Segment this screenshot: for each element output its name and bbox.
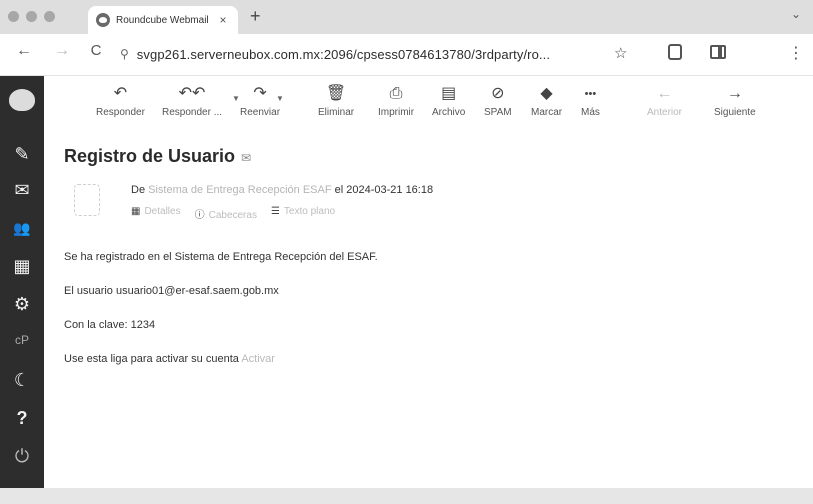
from-line: De Sistema de Entrega Recepción ESAF el … bbox=[131, 184, 433, 196]
reply-icon: ↶ bbox=[113, 85, 128, 102]
browser-tab-strip: Roundcube Webmail :: Regis × + ⌄ bbox=[0, 0, 813, 34]
tab-title: Roundcube Webmail :: Regis bbox=[116, 14, 210, 26]
reply-all-label: Responder ... bbox=[162, 107, 223, 118]
side-panel-icon[interactable] bbox=[710, 45, 726, 59]
print-label: Imprimir bbox=[378, 107, 415, 118]
app-sidebar: ✎ ✉ 👥 ▦ ⚙ cP ☾ ? ⏻ bbox=[0, 76, 44, 488]
delete-label: Eliminar bbox=[318, 107, 355, 118]
more-dots-icon: ••• bbox=[584, 88, 597, 100]
logo-icon bbox=[9, 89, 35, 111]
reply-all-dropdown-icon[interactable]: ▼ bbox=[232, 94, 240, 103]
forward-icon: ↷ bbox=[253, 85, 267, 102]
header-links: ▦ Detalles ⓘ Cabeceras ☰ Texto plano bbox=[131, 206, 335, 221]
details-label: Detalles bbox=[144, 206, 181, 217]
tag-icon: ◆ bbox=[540, 85, 553, 102]
tab-search-icon[interactable]: ⌄ bbox=[791, 7, 801, 21]
bookmark-star-icon[interactable]: ☆ bbox=[614, 44, 627, 62]
extensions-icon[interactable] bbox=[668, 44, 682, 60]
next-button[interactable]: → Siguiente bbox=[714, 84, 756, 118]
back-button[interactable]: ← bbox=[14, 42, 34, 60]
reload-button[interactable]: C bbox=[86, 42, 106, 59]
forward-button[interactable]: → bbox=[52, 42, 72, 60]
dark-mode-icon[interactable]: ☾ bbox=[0, 362, 44, 398]
address-bar[interactable]: ⚲ svgp261.serverneubox.com.mx:2096/cpses… bbox=[120, 40, 640, 68]
mark-button[interactable]: ◆ Marcar bbox=[531, 84, 562, 118]
body-line-1: Se ha registrado en el Sistema de Entreg… bbox=[64, 251, 378, 263]
envelope-icon[interactable]: ✉ bbox=[241, 151, 251, 165]
calendar-icon[interactable]: ▦ bbox=[0, 248, 44, 284]
close-window-icon[interactable] bbox=[8, 11, 19, 22]
cpanel-icon[interactable]: cP bbox=[0, 322, 44, 358]
new-tab-button[interactable]: + bbox=[250, 6, 261, 27]
settings-icon[interactable]: ⚙ bbox=[0, 286, 44, 322]
details-link[interactable]: ▦ Detalles bbox=[131, 206, 181, 221]
browser-toolbar: ← → C ⚲ svgp261.serverneubox.com.mx:2096… bbox=[0, 34, 813, 76]
headers-label: Cabeceras bbox=[208, 210, 257, 221]
message-date: el 2024-03-21 16:18 bbox=[334, 184, 434, 196]
mail-icon[interactable]: ✉ bbox=[0, 172, 44, 208]
tab-close-icon[interactable]: × bbox=[216, 13, 230, 27]
help-icon[interactable]: ? bbox=[0, 400, 44, 436]
message-toolbar: ↶ Responder ↶↶ Responder ... ▼ ↷ Reenvia… bbox=[44, 76, 813, 130]
bottom-edge bbox=[0, 488, 813, 504]
reply-button[interactable]: ↶ Responder bbox=[96, 84, 145, 118]
headers-icon: ⓘ bbox=[194, 210, 205, 221]
print-button[interactable]: ⎙ Imprimir bbox=[378, 84, 414, 118]
body-line-2: El usuario usuario01@er-esaf.saem.gob.mx bbox=[64, 285, 279, 297]
headers-link[interactable]: ⓘ Cabeceras bbox=[195, 206, 257, 221]
forward-label: Reenviar bbox=[240, 107, 281, 118]
spam-button[interactable]: ⊘ SPAM bbox=[484, 84, 512, 118]
activate-link[interactable]: Activar bbox=[241, 353, 275, 365]
previous-label: Anterior bbox=[647, 107, 683, 118]
details-icon: ▦ bbox=[131, 206, 141, 217]
archive-icon: ▤ bbox=[441, 85, 457, 102]
reply-label: Responder bbox=[96, 107, 145, 118]
mark-label: Marcar bbox=[531, 107, 563, 118]
print-icon: ⎙ bbox=[389, 85, 403, 102]
more-label: Más bbox=[581, 107, 600, 118]
trash-icon: 🗑 bbox=[325, 85, 347, 102]
window-controls[interactable] bbox=[8, 11, 55, 22]
archive-label: Archivo bbox=[432, 107, 466, 118]
sender-name-link[interactable]: Sistema de Entrega Recepción ESAF bbox=[148, 184, 331, 196]
arrow-right-icon: → bbox=[726, 85, 743, 102]
message-body: Se ha registrado en el Sistema de Entreg… bbox=[64, 250, 784, 386]
body-line-4-text: Use esta liga para activar su cuenta bbox=[64, 353, 239, 365]
plain-text-label: Texto plano bbox=[283, 206, 336, 217]
spam-icon: ⊘ bbox=[491, 85, 505, 102]
previous-button[interactable]: ← Anterior bbox=[647, 84, 682, 118]
contacts-icon[interactable]: 👥 bbox=[0, 210, 44, 246]
more-button[interactable]: ••• Más bbox=[581, 84, 600, 118]
site-info-icon[interactable]: ⚲ bbox=[120, 47, 129, 61]
forward-dropdown-icon[interactable]: ▼ bbox=[276, 94, 284, 103]
spam-label: SPAM bbox=[484, 107, 512, 118]
forward-button[interactable]: ↷ Reenviar bbox=[240, 84, 280, 118]
reply-all-button[interactable]: ↶↶ Responder ... bbox=[162, 84, 222, 118]
body-line-4: Use esta liga para activar su cuenta Act… bbox=[64, 352, 784, 386]
logout-icon[interactable]: ⏻ bbox=[0, 438, 44, 474]
browser-tab[interactable]: Roundcube Webmail :: Regis × bbox=[88, 6, 238, 34]
roundcube-logo[interactable] bbox=[0, 82, 44, 118]
archive-button[interactable]: ▤ Archivo bbox=[432, 84, 465, 118]
plain-text-icon: ☰ bbox=[270, 206, 280, 217]
arrow-left-icon: ← bbox=[656, 85, 673, 102]
sender-avatar bbox=[74, 184, 100, 216]
url-text[interactable]: svgp261.serverneubox.com.mx:2096/cpsess0… bbox=[137, 47, 607, 62]
subject-text: Registro de Usuario bbox=[64, 146, 236, 166]
maximize-window-icon[interactable] bbox=[44, 11, 55, 22]
compose-icon[interactable]: ✎ bbox=[0, 136, 44, 172]
from-prefix: De bbox=[131, 184, 146, 196]
next-label: Siguiente bbox=[714, 107, 756, 118]
roundcube-favicon-icon bbox=[96, 13, 110, 27]
body-line-3: Con la clave: 1234 bbox=[64, 319, 156, 331]
reply-all-icon: ↶↶ bbox=[178, 85, 206, 102]
plain-text-link[interactable]: ☰ Texto plano bbox=[271, 206, 335, 221]
minimize-window-icon[interactable] bbox=[26, 11, 37, 22]
message-subject: Registro de Usuario ✉ bbox=[64, 146, 251, 167]
delete-button[interactable]: 🗑 Eliminar bbox=[318, 84, 354, 118]
browser-menu-icon[interactable]: ⋮ bbox=[788, 43, 804, 63]
